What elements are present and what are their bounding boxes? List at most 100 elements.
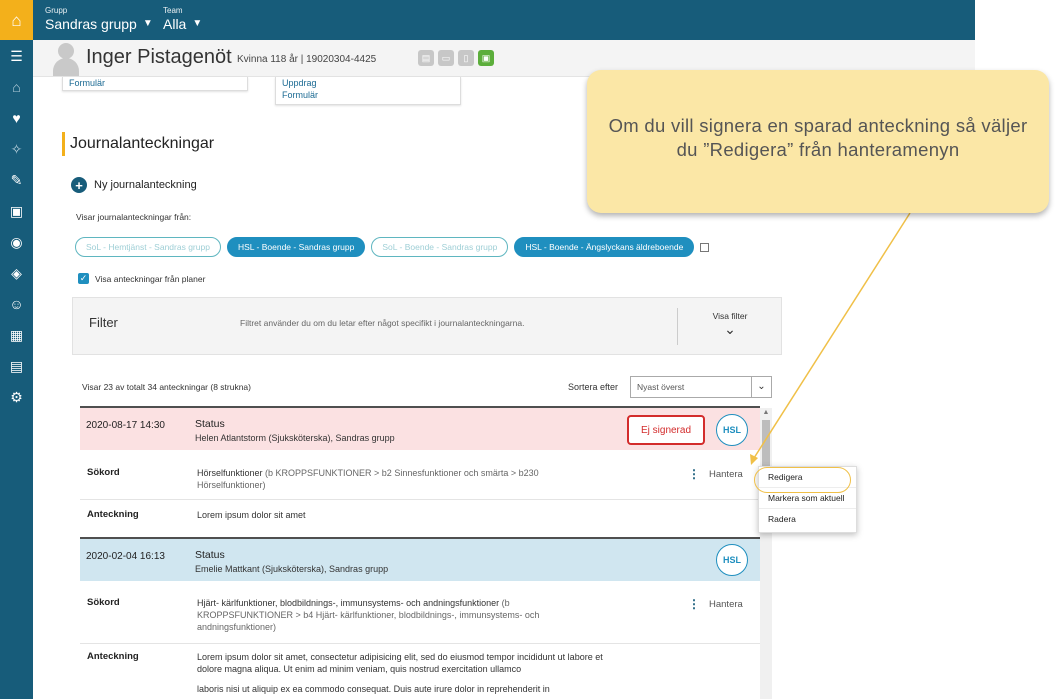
entry-header: 2020-08-17 14:30 Status Helen Atlantstor… [80,406,760,450]
top-bar: ⌂ Grupp Sandras grupp ▼ Team Alla ▼ [0,0,975,40]
heart-icon[interactable]: ♥ [0,102,33,133]
plan-icon[interactable]: ▤ [418,50,434,66]
note-label: Anteckning [87,509,139,520]
kebab-icon: ⋮ [688,467,700,481]
entry-date: 2020-02-04 16:13 [86,551,165,562]
note-icon[interactable]: ▯ [458,50,474,66]
kebab-icon: ⋮ [688,597,700,611]
filter-panel: Filter Filtret använder du om du letar e… [72,297,782,355]
group-value: Sandras grupp [45,16,137,32]
show-from-label: Visar journalanteckningar från: [76,212,192,222]
shield-heart-icon[interactable]: ◈ [0,257,33,288]
manage-button[interactable]: ⋮ Hantera [688,597,743,611]
patient-icons: ▤ ▭ ▯ ▣ [418,50,494,66]
menu-icon[interactable]: ☰ [0,40,33,71]
home-icon[interactable]: ⌂ [0,71,33,102]
team-value: Alla [163,16,187,32]
target-icon[interactable]: ◉ [0,226,33,257]
card-1-formular-link[interactable]: Formulär [69,77,241,89]
select-all-checkbox[interactable] [700,242,710,252]
pill-hsl-angslyckan[interactable]: HSL - Boende - Ängslyckans äldreboende [514,237,695,257]
show-plans-row[interactable]: ✓ Visa anteckningar från planer [78,273,205,284]
note-label: Anteckning [87,651,139,662]
filter-divider [677,308,678,345]
manage-label: Hantera [709,598,743,610]
card-1: Formulär [62,77,248,91]
gear-icon[interactable]: ⚙ [0,381,33,412]
keyword-main: Hörselfunktioner [197,468,263,478]
card-2-formular-link[interactable]: Formulär [282,89,454,101]
entry-date: 2020-08-17 14:30 [86,420,165,431]
team-label: Team [163,6,183,15]
filter-title: Filter [89,315,118,330]
show-filter-label: Visa filter [712,311,748,321]
note-count: Visar 23 av totalt 34 anteckningar (8 st… [82,382,251,392]
source-pills: SoL - Hemtjänst - Sandras grupp HSL - Bo… [75,237,710,257]
sort-value: Nyast överst [637,382,685,392]
scroll-up-icon[interactable]: ▲ [760,408,772,418]
group-label: Grupp [45,6,68,15]
manage-button[interactable]: ⋮ Hantera [688,467,743,481]
app-window: ⌂ Grupp Sandras grupp ▼ Team Alla ▼ ☰ ⌂ … [0,0,1064,699]
row-divider [80,643,760,644]
note-text: Lorem ipsum dolor sit amet, consectetur … [197,652,603,674]
house-logo-icon: ⌂ [11,10,22,30]
menu-item-delete[interactable]: Radera [759,509,856,530]
sidebar: ☰ ⌂ ♥ ✧ ✎ ▣ ◉ ◈ ☺ ▦ ▤ ⚙ [0,40,33,699]
highlight-ring [754,467,851,493]
hsl-badge: HSL [716,414,748,446]
chevron-down-icon[interactable]: ⌄ [751,377,771,397]
keyword-value: Hörselfunktioner (b KROPPSFUNKTIONER > b… [197,467,577,491]
document-list-icon[interactable]: ▤ [0,350,33,381]
instruction-callout: Om du vill signera en sparad anteckning … [587,70,1049,213]
sort-label: Sortera efter [568,382,619,392]
filter-description: Filtret använder du om du letar efter nå… [240,318,525,328]
pill-sol-boende[interactable]: SoL - Boende - Sandras grupp [371,237,509,257]
unsigned-badge: Ej signerad [627,415,705,445]
puzzle-icon[interactable]: ✧ [0,133,33,164]
patient-name: Inger Pistagenöt [86,46,232,68]
callout-text: Om du vill signera en sparad anteckning … [608,114,1028,160]
card-2-uppdrag-link[interactable]: Uppdrag [282,77,454,89]
logo[interactable]: ⌂ [0,0,33,40]
sort-select[interactable]: Nyast överst ⌄ [630,376,772,398]
note-text: Lorem ipsum dolor sit amet [197,510,306,520]
patient-info: Kvinna 118 år | 19020304-4425 [237,54,377,65]
chevron-down-icon: ▼ [142,18,153,29]
avatar [53,41,79,76]
pill-hsl-boende-sandra[interactable]: HSL - Boende - Sandras grupp [226,237,366,257]
entry-title: Status [195,418,225,430]
team-selector[interactable]: Team Alla ▼ [163,6,202,33]
pill-sol-hemtjanst[interactable]: SoL - Hemtjänst - Sandras grupp [75,237,221,257]
show-filter-button[interactable]: Visa filter ⌄ [695,311,765,337]
calendar-grid-icon[interactable]: ▦ [0,319,33,350]
person-circle-icon[interactable]: ☺ [0,288,33,319]
keyword-label: Sökord [87,467,120,478]
new-journal-button[interactable]: + Ny journalanteckning [71,177,197,193]
chevron-down-icon: ▼ [192,18,203,29]
plus-icon: + [71,177,87,193]
manage-label: Hantera [709,468,743,480]
pen-icon[interactable]: ✎ [0,164,33,195]
doc-icon[interactable]: ▭ [438,50,454,66]
keyword-main: Hjärt- kärlfunktioner, blodbildnings-, i… [197,598,500,608]
entry-header: 2020-02-04 16:13 Status Emelie Mattkant … [80,537,760,581]
bus-icon[interactable]: ▣ [478,50,494,66]
keyword-value: Hjärt- kärlfunktioner, blodbildnings-, i… [197,597,577,633]
show-plans-label: Visa anteckningar från planer [95,273,206,284]
row-divider [80,499,760,500]
entry-author: Helen Atlantstorm (Sjuksköterska), Sandr… [195,433,395,443]
entry-author: Emelie Mattkant (Sjuksköterska), Sandras… [195,564,389,574]
scrollbar[interactable]: ▲ [760,408,772,699]
checkmark-icon[interactable]: ✓ [78,273,89,284]
group-selector[interactable]: Grupp Sandras grupp ▼ [45,6,153,33]
calendar-user-icon[interactable]: ▣ [0,195,33,226]
section-title: Journalanteckningar [62,132,214,156]
chevron-down-icon: ⌄ [724,321,736,337]
note-text-cut: laboris nisi ut aliquip ex ea commodo co… [197,684,550,694]
card-2: Uppdrag Formulär [275,77,461,105]
keyword-label: Sökord [87,597,120,608]
hsl-badge: HSL [716,544,748,576]
new-journal-label: Ny journalanteckning [94,179,197,191]
entry-title: Status [195,549,225,561]
